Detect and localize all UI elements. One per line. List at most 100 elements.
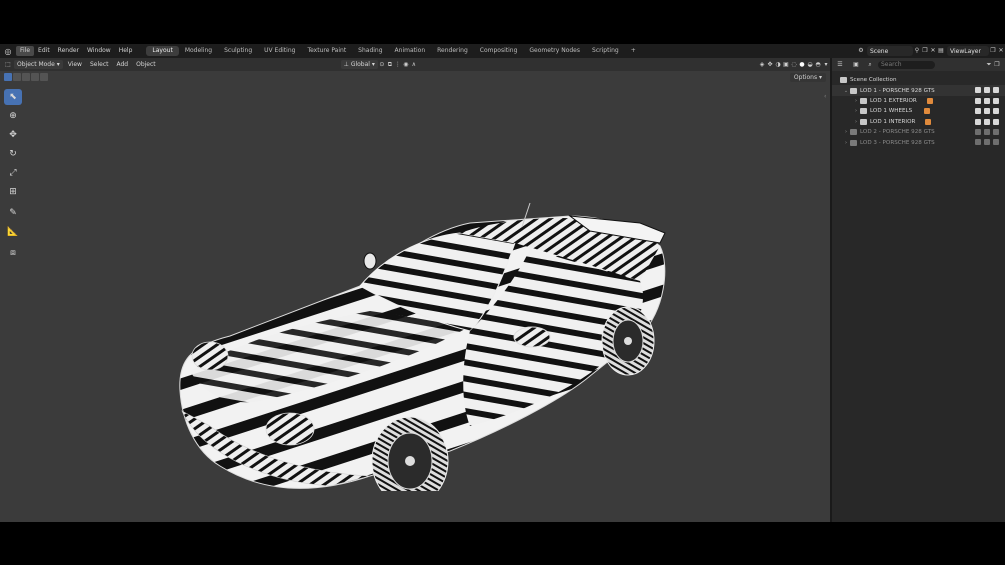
delete-scene-icon[interactable]: ✕ — [929, 47, 937, 55]
eye-hidden-icon[interactable] — [984, 128, 990, 135]
tab-animation[interactable]: Animation — [389, 46, 432, 56]
solid-shading-icon[interactable]: ● — [798, 61, 806, 69]
menu-window[interactable]: Window — [83, 44, 115, 58]
transform-orientation-dropdown[interactable]: ⊥ Global ▾ — [340, 60, 378, 69]
select-box-tool-icon[interactable]: ⬉ — [4, 89, 22, 105]
expand-arrow-icon[interactable]: › — [852, 119, 860, 125]
tab-texture-paint[interactable]: Texture Paint — [301, 46, 352, 56]
collapse-arrow-icon[interactable]: ⌄ — [842, 88, 850, 94]
menu-file[interactable]: File — [16, 46, 35, 56]
scene-icon[interactable]: ⚙ — [857, 47, 865, 55]
outliner-row-lod1-wheels[interactable]: › LOD 1 WHEELS — [832, 106, 1005, 116]
select-extend-icon[interactable] — [13, 73, 21, 81]
sidebar-toggle-icon[interactable]: ‹ — [824, 93, 828, 100]
cursor-tool-icon[interactable]: ⊕ — [4, 108, 22, 124]
transform-tool-icon[interactable]: ⊞ — [4, 184, 22, 200]
pivot-point-icon[interactable]: ⊙ — [378, 61, 386, 69]
new-view-layer-icon[interactable]: ❐ — [989, 47, 997, 55]
eye-icon[interactable] — [984, 108, 990, 115]
menu-edit[interactable]: Edit — [34, 44, 54, 58]
outliner-editor-icon[interactable]: ☰ — [836, 61, 844, 69]
checkbox-icon[interactable] — [975, 108, 981, 115]
filter-icon[interactable]: ⏷ — [985, 61, 993, 69]
blender-logo-icon[interactable]: ◎ — [0, 47, 16, 56]
outliner-row-lod1-exterior[interactable]: › LOD 1 EXTERIOR — [832, 96, 1005, 106]
overlays-icon[interactable]: ◑ — [774, 61, 782, 69]
tab-layout[interactable]: Layout — [146, 46, 179, 56]
move-tool-icon[interactable]: ✥ — [4, 127, 22, 143]
rotate-tool-icon[interactable]: ↻ — [4, 146, 22, 162]
options-dropdown[interactable]: Options ▾ — [789, 73, 826, 82]
material-shading-icon[interactable]: ◒ — [806, 61, 814, 69]
view-layer-selector[interactable]: ViewLayer — [947, 46, 989, 56]
menu-help[interactable]: Help — [115, 44, 137, 58]
eye-hidden-icon[interactable] — [984, 139, 990, 146]
camera-icon[interactable] — [993, 128, 999, 135]
wireframe-shading-icon[interactable]: ◌ — [790, 61, 798, 69]
expand-arrow-icon[interactable]: › — [842, 140, 850, 146]
snap-icon[interactable]: ⧉ — [386, 61, 394, 69]
tab-rendering[interactable]: Rendering — [431, 46, 474, 56]
expand-arrow-icon[interactable]: › — [852, 108, 860, 114]
tab-uv-editing[interactable]: UV Editing — [258, 46, 301, 56]
camera-icon[interactable] — [993, 118, 999, 125]
camera-icon[interactable] — [993, 87, 999, 94]
menu-render[interactable]: Render — [54, 44, 83, 58]
3d-viewport[interactable]: Options ▾ ‹ ⬉ ⊕ ✥ ↻ ⤢ ⊞ ✎ 📐 ⧈ — [0, 71, 830, 522]
display-mode-icon[interactable]: ▣ — [852, 61, 860, 69]
object-mode-dropdown[interactable]: Object Mode ▾ — [14, 60, 63, 69]
checkbox-icon[interactable] — [975, 139, 981, 146]
tab-scripting[interactable]: Scripting — [586, 46, 625, 56]
outliner-row-lod2[interactable]: › LOD 2 - PORSCHE 928 GTS — [832, 127, 1005, 137]
menu-select[interactable]: Select — [87, 60, 112, 69]
checkbox-icon[interactable] — [975, 97, 981, 104]
select-subtract-icon[interactable] — [22, 73, 30, 81]
view-layer-icon[interactable]: ▤ — [937, 47, 945, 55]
eye-icon[interactable] — [984, 118, 990, 125]
measure-tool-icon[interactable]: 📐 — [4, 224, 22, 240]
scene-collection-row[interactable]: Scene Collection — [832, 75, 1005, 85]
rendered-shading-icon[interactable]: ◓ — [814, 61, 822, 69]
scene-selector[interactable]: Scene — [867, 46, 913, 56]
car-model-render[interactable] — [170, 161, 680, 491]
falloff-icon[interactable]: ∧ — [410, 61, 418, 69]
select-intersect-icon[interactable] — [40, 73, 48, 81]
outliner-row-lod1[interactable]: ⌄ LOD 1 - PORSCHE 928 GTS — [832, 85, 1005, 96]
camera-icon[interactable] — [993, 97, 999, 104]
gizmo-icon[interactable]: ✥ — [766, 61, 774, 69]
xray-icon[interactable]: ▣ — [782, 61, 790, 69]
tab-geometry-nodes[interactable]: Geometry Nodes — [523, 46, 586, 56]
checkbox-icon[interactable] — [975, 128, 981, 135]
tab-compositing[interactable]: Compositing — [474, 46, 524, 56]
tab-modeling[interactable]: Modeling — [179, 46, 218, 56]
menu-object[interactable]: Object — [133, 60, 159, 69]
expand-arrow-icon[interactable]: › — [842, 129, 850, 135]
expand-arrow-icon[interactable]: › — [852, 98, 860, 104]
visibility-icon[interactable]: ◈ — [758, 61, 766, 69]
menu-add[interactable]: Add — [113, 60, 131, 69]
checkbox-icon[interactable] — [975, 118, 981, 125]
add-cube-tool-icon[interactable]: ⧈ — [4, 245, 22, 261]
tab-shading[interactable]: Shading — [352, 46, 388, 56]
checkbox-icon[interactable] — [975, 87, 981, 94]
scale-tool-icon[interactable]: ⤢ — [4, 165, 22, 181]
eye-icon[interactable] — [984, 87, 990, 94]
snap-target-icon[interactable]: ⋮ — [394, 61, 402, 69]
tab-sculpting[interactable]: Sculpting — [218, 46, 258, 56]
shading-options-icon[interactable]: ▾ — [822, 61, 830, 69]
camera-icon[interactable] — [993, 108, 999, 115]
pin-icon[interactable]: ⚲ — [913, 47, 921, 55]
outliner-row-lod3[interactable]: › LOD 3 - PORSCHE 928 GTS — [832, 137, 1005, 147]
outliner-row-lod1-interior[interactable]: › LOD 1 INTERIOR — [832, 117, 1005, 127]
select-new-icon[interactable] — [4, 73, 12, 81]
eye-icon[interactable] — [984, 97, 990, 104]
new-collection-icon[interactable]: ❐ — [993, 61, 1001, 69]
select-invert-icon[interactable] — [31, 73, 39, 81]
camera-icon[interactable] — [993, 139, 999, 146]
annotate-tool-icon[interactable]: ✎ — [4, 205, 22, 221]
outliner-search-input[interactable]: Search — [878, 60, 935, 69]
add-workspace-button[interactable]: + — [625, 46, 642, 56]
delete-view-layer-icon[interactable]: ✕ — [997, 47, 1005, 55]
proportional-edit-icon[interactable]: ◉ — [402, 61, 410, 69]
menu-view[interactable]: View — [65, 60, 85, 69]
